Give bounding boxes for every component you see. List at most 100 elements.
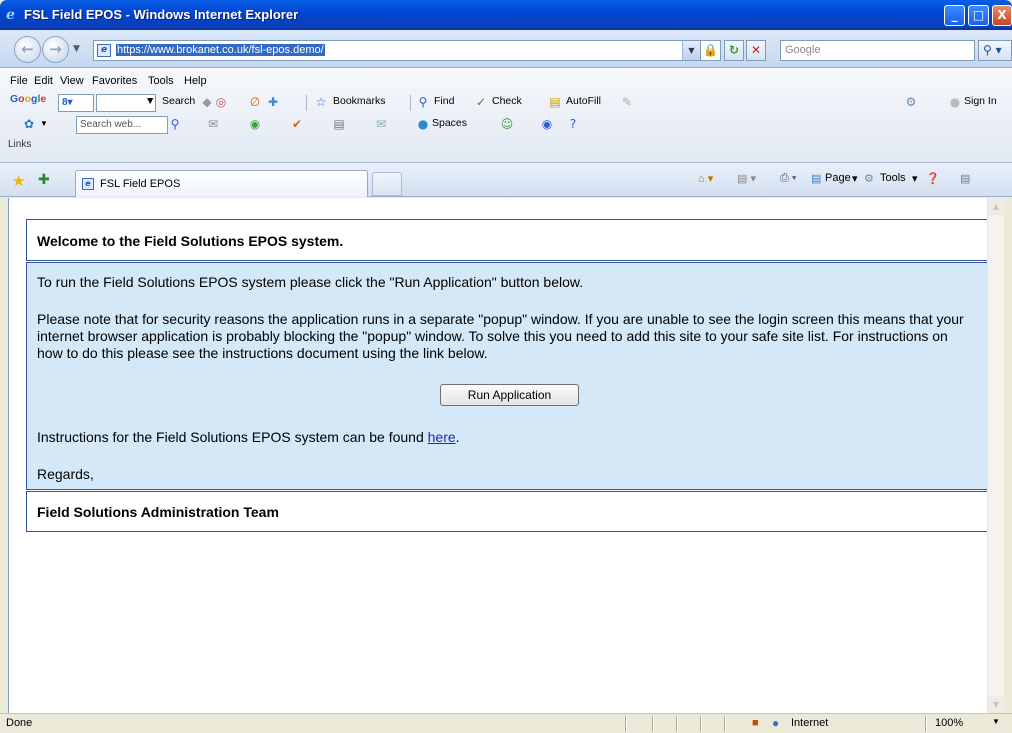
popup-blocker-icon[interactable]: ∅ [248, 95, 262, 109]
tools-menu-dropdown-icon[interactable]: ▾ [912, 172, 918, 185]
address-bar-row: ← → ▼ e https://www.brokanet.co.uk/fsl-e… [0, 30, 1012, 68]
menu-favorites[interactable]: Favorites [92, 75, 137, 87]
address-url[interactable]: https://www.brokanet.co.uk/fsl-epos.demo… [116, 44, 325, 56]
msn-messenger-icon[interactable]: ◉ [248, 117, 262, 131]
zoom-dropdown-icon[interactable]: ▼ [992, 717, 1000, 726]
new-tab-button[interactable] [372, 172, 402, 196]
add-to-favorites-icon[interactable]: ✚ [38, 172, 50, 188]
help-icon[interactable]: ❓ [926, 172, 940, 185]
msn-email-icon[interactable]: ✉ [374, 117, 388, 131]
lock-icon[interactable]: 🔒 [701, 40, 721, 61]
status-divider [700, 716, 701, 732]
forward-button[interactable]: → [42, 36, 69, 63]
ie-logo-icon: e [6, 7, 15, 23]
google-search-box[interactable]: 8▾ [58, 94, 94, 112]
stop-button[interactable]: ✕ [746, 40, 766, 61]
instructions-link[interactable]: here [428, 429, 456, 445]
status-divider [925, 716, 926, 732]
instructions-panel: To run the Field Solutions EPOS system p… [26, 262, 991, 490]
links-label[interactable]: Links [8, 139, 31, 150]
msn-feeds-icon[interactable]: ▤ [332, 117, 346, 131]
msn-search-icon[interactable]: ⚲ [168, 117, 182, 131]
instructions-suffix: . [455, 429, 460, 445]
check-button[interactable]: Check [492, 95, 522, 107]
minimize-button[interactable]: _ [944, 5, 965, 26]
highlight-icon[interactable]: ◆ [200, 95, 214, 109]
print-icon[interactable]: ⎙ ▾ [780, 172, 796, 185]
regards-text: Regards, [37, 466, 94, 482]
page-menu-dropdown-icon[interactable]: ▾ [852, 172, 858, 185]
msn-search-input[interactable]: Search web... [76, 116, 168, 134]
menu-view[interactable]: View [60, 75, 84, 87]
links-bar: Links [0, 138, 1012, 152]
scroll-up-button[interactable]: ▲ [988, 198, 1004, 215]
msn-logo-icon[interactable]: ✿ [22, 117, 36, 131]
home-icon[interactable]: ⌂ ▾ [698, 172, 713, 185]
tools-menu-button[interactable]: Tools [880, 172, 906, 184]
settings-wrench-icon[interactable]: ⚙ [904, 95, 918, 109]
msn-dropdown-icon[interactable]: ▼ [40, 119, 48, 128]
favorites-center-icon[interactable]: ★ [12, 172, 25, 190]
maximize-button[interactable]: □ [968, 5, 989, 26]
menu-help[interactable]: Help [184, 75, 207, 87]
autofill-button[interactable]: AutoFill [566, 95, 601, 107]
menu-edit[interactable]: Edit [34, 75, 53, 87]
toolbar-area: File Edit View Favorites Tools Help Goog… [0, 68, 1012, 163]
spaces-button[interactable]: Spaces [432, 117, 467, 129]
refresh-button[interactable]: ↻ [724, 40, 744, 61]
back-button[interactable]: ← [14, 36, 41, 63]
recent-pages-dropdown[interactable]: ▼ [73, 44, 80, 54]
find-icon: ⚲ [418, 95, 428, 109]
send-to-icon[interactable]: ✎ [620, 95, 634, 109]
msn-highlight-icon[interactable]: ✔ [290, 117, 304, 131]
menu-tools[interactable]: Tools [148, 75, 174, 87]
page-icon: e [82, 178, 94, 190]
zoom-level[interactable]: 100% [935, 717, 963, 729]
signature-panel: Field Solutions Administration Team [26, 491, 991, 532]
spaces-icon: ● [417, 117, 429, 131]
status-bar: Done ■ ● Internet 100% ▼ [0, 713, 1012, 733]
research-icon[interactable]: ▤ [960, 172, 970, 185]
menu-file[interactable]: File [10, 75, 28, 87]
sign-in-button[interactable]: Sign In [964, 95, 997, 107]
address-input[interactable]: e https://www.brokanet.co.uk/fsl-epos.de… [93, 40, 701, 61]
tab-fsl-field-epos[interactable]: e FSL Field EPOS [75, 170, 368, 197]
bookmarks-button[interactable]: Bookmarks [333, 95, 386, 107]
run-application-button[interactable]: Run Application [440, 384, 579, 406]
status-divider [625, 716, 626, 732]
search-button[interactable]: ⚲ ▾ [978, 40, 1012, 61]
page-menu-button[interactable]: Page [825, 172, 851, 184]
autofill-icon: ▤ [549, 95, 561, 109]
instructions-line: Instructions for the Field Solutions EPO… [37, 429, 460, 445]
feeds-icon[interactable]: ▤ ▾ [737, 172, 756, 185]
menu-bar: File Edit View Favorites Tools Help [0, 72, 1012, 90]
sign-in-icon: ● [949, 95, 961, 109]
security-zone-label[interactable]: Internet [791, 717, 828, 729]
find-button[interactable]: Find [434, 95, 454, 107]
contacts-icon[interactable]: ☺ [500, 117, 514, 131]
msn-help-icon[interactable]: ? [566, 117, 580, 131]
welcome-heading: Welcome to the Field Solutions EPOS syst… [37, 233, 344, 249]
window-title: FSL Field EPOS - Windows Internet Explor… [24, 7, 299, 22]
vertical-scrollbar[interactable]: ▲ ▼ [987, 198, 1004, 713]
status-divider [676, 716, 677, 732]
page-icon: e [97, 44, 111, 57]
spellcheck-icon: ✓ [475, 95, 487, 109]
msn-mail-icon[interactable]: ✉ [206, 117, 220, 131]
google-search-button[interactable]: Search [162, 95, 195, 107]
add-button-icon[interactable]: ✚ [266, 95, 280, 109]
instructions-text: Instructions for the Field Solutions EPO… [37, 429, 428, 445]
close-button[interactable]: X [992, 5, 1012, 26]
status-text: Done [6, 717, 33, 729]
google-search-dropdown-icon[interactable]: ▼ [145, 95, 155, 107]
protected-mode-icon[interactable]: ■ [752, 717, 759, 729]
news-icon[interactable]: ◎ [214, 95, 228, 109]
google-logo: Google [10, 93, 47, 105]
status-divider [652, 716, 653, 732]
toolbar-separator [410, 95, 411, 111]
scroll-down-button[interactable]: ▼ [988, 696, 1004, 713]
search-input[interactable]: Google [780, 40, 975, 61]
msn-shopping-icon[interactable]: ◉ [540, 117, 554, 131]
google-toolbar: Google 8▾ ▼ Search ◆ ◎ ∅ ✚ ☆ Bookmarks ⚲… [0, 92, 1012, 114]
address-dropdown-icon[interactable]: ▼ [682, 41, 700, 60]
